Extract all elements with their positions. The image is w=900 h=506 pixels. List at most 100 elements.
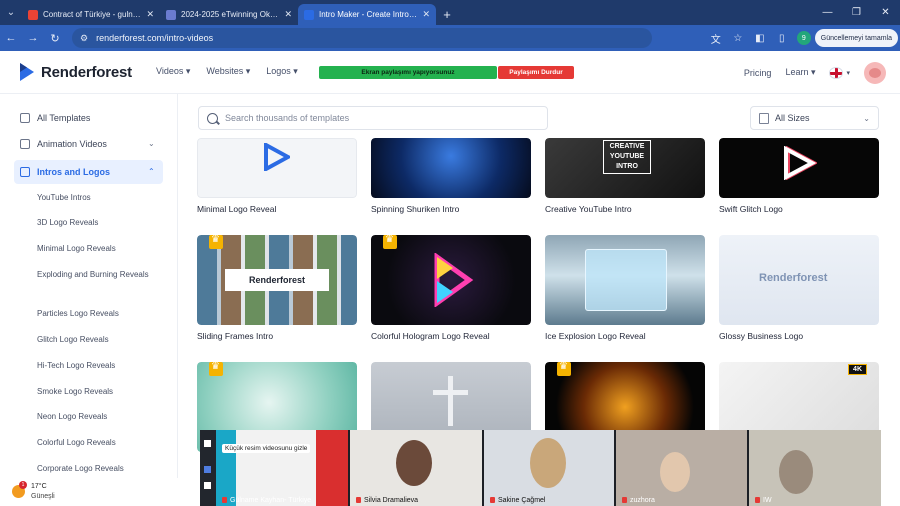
premium-crown-icon — [209, 362, 223, 376]
sidebar-subitem[interactable]: Particles Logo Reveals — [37, 307, 157, 321]
sidebar-subitem[interactable]: Corporate Logo Reveals — [37, 462, 157, 476]
pricing-link[interactable]: Pricing — [744, 68, 772, 78]
restore-icon[interactable]: ❐ — [842, 0, 871, 25]
sidebar-item-all-templates[interactable]: All Templates — [20, 110, 90, 126]
grid-icon — [20, 113, 30, 123]
sidebar-subitem[interactable]: Colorful Logo Reveals — [37, 436, 157, 450]
weather-widget[interactable]: 1 — [0, 478, 178, 506]
participant-tile[interactable]: Küçük resim videosunu gizle Gülname Kayh… — [216, 430, 348, 506]
browser-tab-2[interactable]: 2024-2025 eTwinning Okul Etik ✕ — [160, 4, 298, 25]
chevron-down-icon: ⌄ — [863, 113, 870, 123]
nav-videos[interactable]: Videos ▾ — [156, 66, 190, 77]
sidebar-subitem[interactable]: Neon Logo Reveals — [37, 410, 157, 424]
template-card[interactable]: CREATIVE YOUTUBE INTRO — [545, 138, 705, 198]
renderforest-logo[interactable]: Renderforest — [18, 61, 132, 83]
sidebar-subitem[interactable]: 3D Logo Reveals — [37, 216, 157, 230]
avatar[interactable] — [864, 61, 886, 84]
participant-name-text: zuzhora — [630, 497, 655, 504]
sidebar-item-intros-and-logos[interactable]: Intros and Logos — [20, 164, 110, 180]
tab-search-icon[interactable]: ⌄ — [0, 0, 22, 25]
sidebar-subitem[interactable]: Exploding and Burning Reveals — [37, 268, 157, 282]
extensions-icon[interactable]: ◧ — [749, 33, 771, 44]
logo-text: Renderforest — [41, 63, 132, 81]
learn-menu[interactable]: Learn ▾ — [785, 67, 815, 78]
update-button[interactable]: Güncellemeyi tamamla — [814, 29, 898, 47]
weather-alert-badge: 1 — [19, 481, 27, 489]
template-title[interactable]: Swift Glitch Logo — [719, 204, 783, 214]
layout-icon[interactable] — [204, 466, 211, 473]
search-input[interactable]: Search thousands of templates — [198, 106, 548, 130]
translate-icon[interactable]: 文 — [705, 31, 727, 46]
chevron-down-icon[interactable]: ⌄ — [148, 139, 155, 148]
participant-tile[interactable]: Silvia Dramalieva — [350, 430, 482, 506]
weather-temp: 17°C — [31, 483, 47, 490]
url-text: renderforest.com/intro-videos — [96, 33, 214, 43]
participant-name: Silvia Dramalieva — [356, 497, 418, 504]
bookmark-star-icon[interactable]: ☆ — [727, 33, 749, 44]
close-window-icon[interactable]: ✕ — [871, 0, 900, 25]
template-card[interactable] — [197, 138, 357, 198]
template-title[interactable]: Spinning Shuriken Intro — [371, 204, 459, 214]
participant-name: Gülname Kayhan- Türkiye — [222, 497, 311, 504]
site-settings-icon[interactable]: ⚙ — [80, 33, 88, 44]
video-call-strip: Küçük resim videosunu gizle Gülname Kayh… — [200, 430, 881, 506]
sidebar-item-label: All Templates — [37, 113, 91, 123]
nav-logos[interactable]: Logos ▾ — [266, 66, 298, 77]
sidebar-subitem[interactable]: Smoke Logo Reveals — [37, 385, 157, 399]
gmail-favicon-icon — [28, 9, 38, 20]
participant-name-text: Gülname Kayhan- Türkiye — [230, 497, 312, 504]
grid-view-icon[interactable] — [204, 482, 211, 489]
template-title[interactable]: Ice Explosion Logo Reveal — [545, 331, 646, 341]
template-card[interactable]: Renderforest — [197, 235, 357, 325]
sidebar-subitem[interactable]: Glitch Logo Reveals — [37, 333, 157, 347]
participant-tile[interactable]: zuzhora — [616, 430, 747, 506]
camera-icon[interactable] — [204, 440, 211, 447]
template-title[interactable]: Colorful Hologram Logo Reveal — [371, 331, 490, 341]
template-card[interactable] — [371, 138, 531, 198]
sidebar-subitem[interactable]: Hi-Tech Logo Reveals — [37, 359, 157, 373]
browser-tab-1[interactable]: Contract of Türkiye - gulnamek ✕ — [22, 4, 160, 25]
sizes-dropdown[interactable]: All Sizes ⌄ — [750, 106, 879, 130]
browser-tab-3[interactable]: Intro Maker - Create Intro Vide ✕ — [298, 4, 436, 25]
tab-close-icon[interactable]: ✕ — [422, 9, 430, 20]
address-bar[interactable]: ⚙ renderforest.com/intro-videos — [72, 28, 652, 48]
side-panel-icon[interactable]: ▯ — [771, 33, 793, 44]
nav-websites[interactable]: Websites ▾ — [206, 66, 250, 77]
uk-flag-icon[interactable] — [829, 66, 844, 79]
film-icon — [20, 139, 30, 149]
template-title[interactable]: Minimal Logo Reveal — [197, 204, 276, 214]
participant-tile[interactable]: Sakine Çağmel — [484, 430, 614, 506]
hologram-play-icon — [434, 253, 474, 307]
template-title[interactable]: Glossy Business Logo — [719, 331, 803, 341]
template-card[interactable]: Renderforest — [719, 235, 879, 325]
template-card[interactable] — [371, 235, 531, 325]
profile-badge[interactable]: 9 — [796, 31, 811, 45]
participant-name-text: Silvia Dramalieva — [364, 497, 419, 504]
language-chevron-icon[interactable]: ▾ — [846, 69, 850, 77]
template-title[interactable]: Sliding Frames Intro — [197, 331, 273, 341]
back-icon[interactable]: ← — [0, 32, 22, 44]
screen-sharing-banner: Ekran paylaşımı yapıyorsunuz — [319, 66, 497, 79]
participant-tile[interactable]: IW — [749, 430, 881, 506]
template-title[interactable]: Creative YouTube Intro — [545, 204, 632, 214]
reload-icon[interactable]: ↻ — [44, 32, 66, 45]
template-card[interactable] — [719, 138, 879, 198]
tab-close-icon[interactable]: ✕ — [284, 9, 292, 20]
forward-icon[interactable]: → — [22, 32, 44, 44]
chevron-up-icon[interactable]: ⌃ — [148, 167, 155, 176]
window-controls: — ❐ ✕ — [813, 0, 900, 25]
participant-name: IW — [755, 497, 772, 504]
tab-close-icon[interactable]: ✕ — [146, 9, 154, 20]
doc-favicon-icon — [166, 9, 176, 20]
new-tab-button[interactable]: + — [436, 4, 458, 25]
template-grid: Minimal Logo Reveal Spinning Shuriken In… — [197, 94, 897, 478]
stop-sharing-button[interactable]: Paylaşımı Durdur — [498, 66, 574, 79]
sidebar-item-animation-videos[interactable]: Animation Videos — [20, 136, 107, 152]
sidebar-subitem[interactable]: YouTube Intros — [37, 191, 157, 205]
sidebar-subitem[interactable]: Minimal Logo Reveals — [37, 242, 157, 256]
4k-badge: 4K — [848, 364, 867, 375]
template-card[interactable] — [545, 235, 705, 325]
premium-crown-icon — [209, 235, 223, 249]
minimize-icon[interactable]: — — [813, 0, 842, 25]
sidebar-item-label: Intros and Logos — [37, 167, 110, 177]
